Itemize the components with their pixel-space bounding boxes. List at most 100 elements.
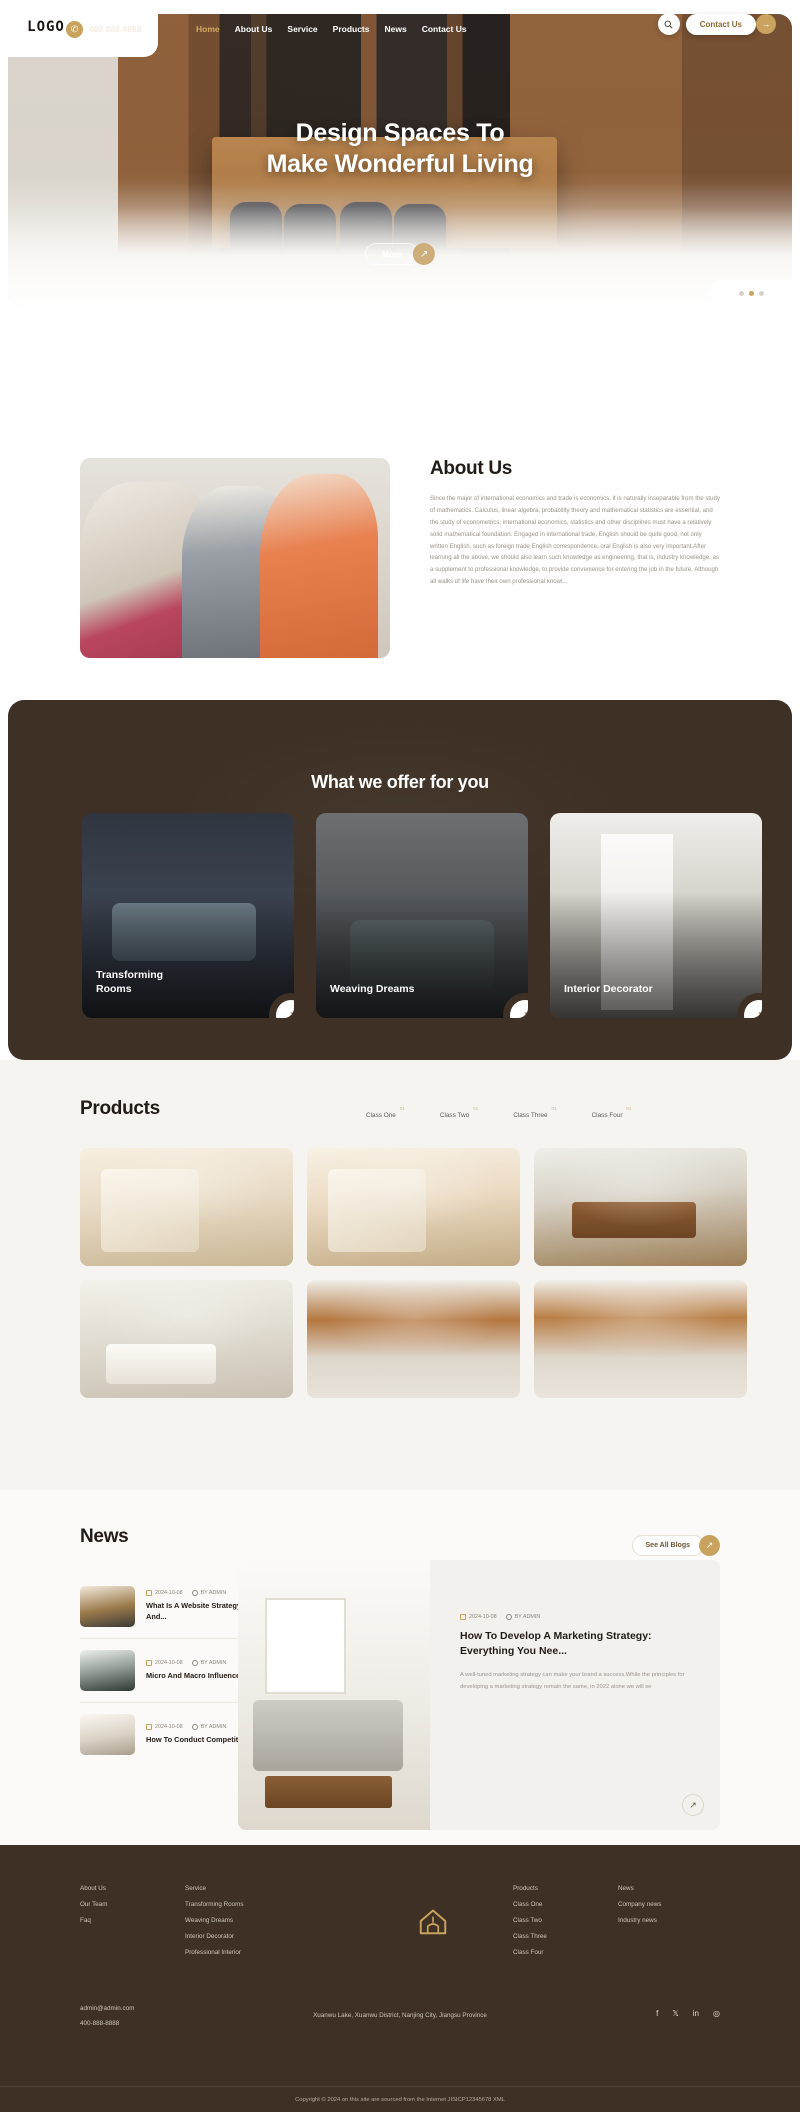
nav-item-products[interactable]: Products [333, 24, 370, 34]
footer-link-class-four[interactable]: Class Four [513, 1949, 618, 1956]
header-phone-number: 400-888-8888 [89, 24, 142, 34]
linkedin-icon[interactable]: in [693, 2009, 699, 2018]
footer-email[interactable]: admin@admin.com [80, 2005, 134, 2012]
nav-item-news[interactable]: News [385, 24, 407, 34]
user-icon [191, 1659, 198, 1666]
tab-label: Class Three [513, 1112, 548, 1119]
news-author: BY ADMIN [191, 1659, 226, 1666]
search-button[interactable] [657, 13, 680, 35]
product-tile[interactable] [534, 1280, 747, 1398]
featured-news-title: How To Develop A Marketing Strategy: Eve… [460, 1630, 652, 1658]
x-icon[interactable]: 𝕏 [672, 2009, 678, 2018]
calendar-icon [146, 1590, 152, 1597]
product-shape [328, 1169, 427, 1252]
nav-item-contact-us[interactable]: Contact Us [422, 24, 467, 34]
product-tile[interactable] [534, 1148, 747, 1266]
product-tile[interactable] [80, 1280, 293, 1398]
footer-link-news[interactable]: News [618, 1885, 718, 1892]
offer-heading: What we offer for you [311, 772, 489, 792]
featured-news-card[interactable]: 2024-10-08 BY ADMIN How To Develop A Mar… [238, 1560, 720, 1830]
calendar-icon [146, 1723, 152, 1730]
footer-column-company: About Us Our Team Faq [80, 1885, 185, 1956]
news-heading: News [80, 1526, 129, 1547]
about-section: About Us Since the major of internationa… [0, 440, 800, 690]
news-thumbnail [80, 1714, 135, 1755]
footer-column-products: Products Class One Class Two Class Three… [513, 1885, 618, 1956]
tab-class-four[interactable]: Class Four 01 [591, 1106, 632, 1119]
product-tile[interactable] [307, 1148, 520, 1266]
footer-link-class-two[interactable]: Class Two [513, 1917, 618, 1924]
arrow-up-right-icon[interactable]: ↗ [682, 1794, 704, 1816]
offer-card-interior-decorator[interactable]: Interior Decorator ↗ [550, 813, 762, 1018]
carousel-dot-active[interactable] [748, 290, 754, 296]
news-date: 2024-10-08 [146, 1659, 183, 1666]
footer-link-products[interactable]: Products [513, 1885, 618, 1892]
header-cta-button[interactable]: Contact Us [685, 13, 756, 35]
footer-link-class-one[interactable]: Class One [513, 1901, 618, 1908]
news-author: BY ADMIN [191, 1723, 226, 1730]
footer-columns: About Us Our Team Faq Service Transformi… [80, 1885, 720, 1956]
news-thumbnail [80, 1650, 135, 1691]
footer-link-faq[interactable]: Faq [80, 1917, 185, 1924]
footer-link-service[interactable]: Service [185, 1885, 353, 1892]
about-image [80, 458, 390, 658]
card-shade [316, 890, 528, 1018]
featured-news-desc: A well-tuned marketing strategy can make… [460, 1672, 685, 1690]
nav-item-service[interactable]: Service [287, 24, 317, 34]
footer-link-our-team[interactable]: Our Team [80, 1901, 185, 1908]
footer-phone[interactable]: 400-888-8888 [80, 2020, 134, 2027]
offer-card-weaving-dreams[interactable]: Weaving Dreams ↗ [316, 813, 528, 1018]
hero-more-button[interactable]: More ↗ [364, 243, 436, 265]
featured-table-shape [264, 1776, 392, 1809]
footer-link-about-us[interactable]: About Us [80, 1885, 185, 1892]
hero-section: LOGO ✆ 400-888-8888 Home About Us Servic… [0, 0, 800, 405]
tab-class-three[interactable]: Class Three 01 [513, 1106, 556, 1119]
tab-class-two[interactable]: Class Two 01 [440, 1106, 478, 1119]
featured-news-image [238, 1560, 430, 1830]
footer-link-company-news[interactable]: Company news [618, 1901, 718, 1908]
about-body: Since the major of international economi… [430, 495, 720, 586]
card-shade [82, 890, 294, 1018]
tab-class-one[interactable]: Class One 01 [366, 1106, 405, 1119]
offer-card-title: Weaving Dreams [330, 982, 415, 995]
instagram-icon[interactable]: ◎ [713, 2009, 720, 2018]
hero-title-line1: Design Spaces To [295, 119, 505, 147]
footer-link-weaving-dreams[interactable]: Weaving Dreams [185, 1917, 353, 1924]
site-logo[interactable]: LOGO [16, 14, 76, 40]
product-tile[interactable] [80, 1148, 293, 1266]
footer-link-interior-decorator[interactable]: Interior Decorator [185, 1933, 353, 1940]
hero-chair [284, 204, 336, 282]
footer-link-industry-news[interactable]: Industry news [618, 1917, 718, 1924]
footer-column-service: Service Transforming Rooms Weaving Dream… [185, 1885, 353, 1956]
news-section: News See All Blogs ↗ 2024-10-08 BY ADMIN… [0, 1490, 800, 1845]
footer-link-professional-interior[interactable]: Professional Interior [185, 1949, 353, 1956]
nav-item-about-us[interactable]: About Us [235, 24, 273, 34]
user-icon [191, 1723, 198, 1730]
products-section: Products Class One 01 Class Two 01 Class… [0, 1060, 800, 1490]
card-shade [550, 890, 762, 1018]
user-icon [191, 1590, 198, 1597]
footer-social-links: f 𝕏 in ◎ [656, 2009, 720, 2018]
news-author: BY ADMIN [191, 1590, 226, 1597]
see-all-blogs-button[interactable]: See All Blogs ↗ [631, 1535, 720, 1556]
news-thumbnail [80, 1586, 135, 1627]
tab-label: Class Four [591, 1112, 623, 1119]
about-heading: About Us [430, 458, 513, 479]
tab-label: Class One [366, 1112, 396, 1119]
facebook-icon[interactable]: f [656, 2009, 658, 2018]
carousel-dot[interactable] [758, 290, 764, 296]
carousel-dot[interactable] [738, 290, 744, 296]
product-tile[interactable] [307, 1280, 520, 1398]
nav-item-home[interactable]: Home [196, 24, 220, 34]
footer-link-transforming-rooms[interactable]: Transforming Rooms [185, 1901, 353, 1908]
offer-card-title: Transforming Rooms [96, 969, 164, 995]
offer-card-transforming-rooms[interactable]: Transforming Rooms ↗ [82, 813, 294, 1018]
footer-copyright: Copyright © 2024 on this site are source… [0, 2086, 800, 2112]
calendar-icon [460, 1614, 466, 1620]
arrow-up-right-icon: ↗ [413, 243, 436, 265]
hero-title-line2: Make Wonderful Living [266, 149, 534, 178]
search-icon [664, 20, 673, 29]
arrow-right-icon[interactable]: → [756, 14, 776, 34]
footer-link-class-three[interactable]: Class Three [513, 1933, 618, 1940]
hero-carousel-dots[interactable] [710, 280, 792, 306]
